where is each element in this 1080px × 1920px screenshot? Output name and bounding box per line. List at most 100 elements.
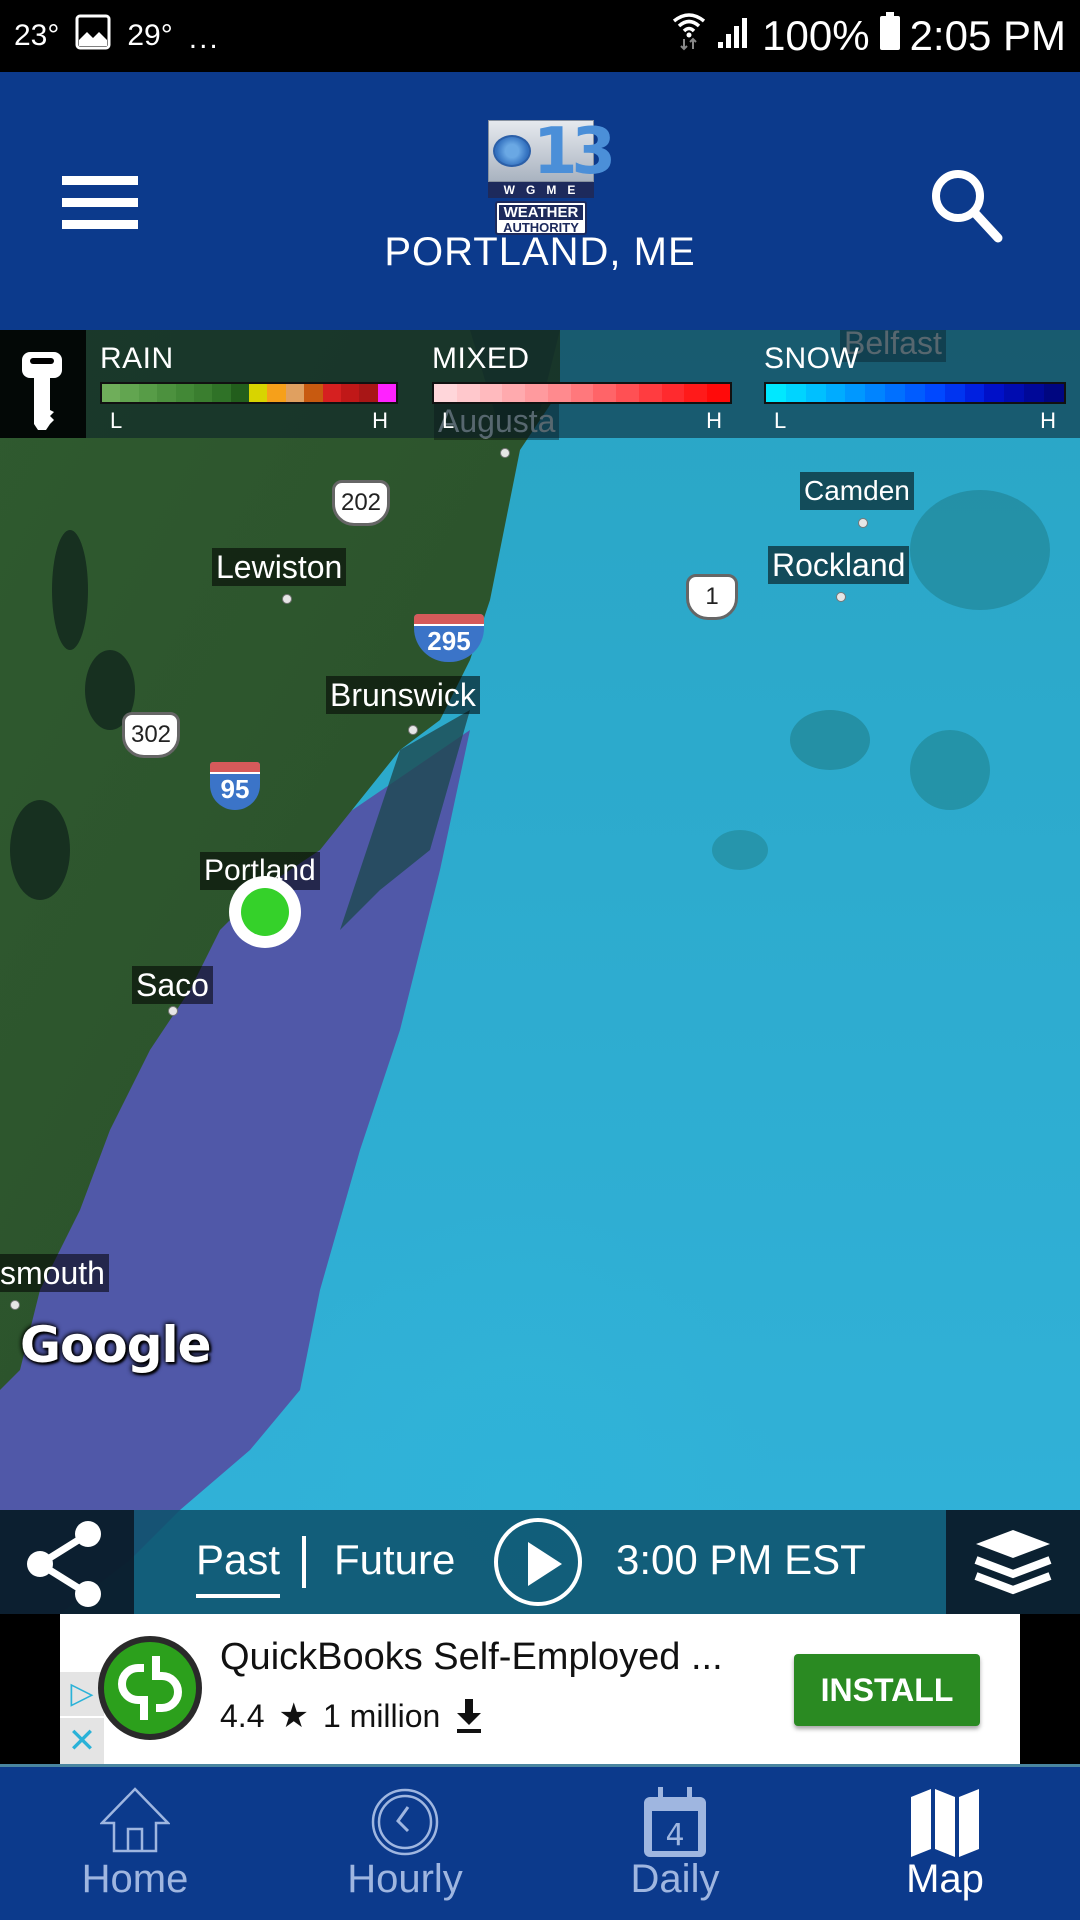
map-label-lewiston: Lewiston (212, 548, 347, 586)
legend-swatch (638, 384, 662, 402)
city-dot (500, 448, 510, 458)
legend-swatch (230, 384, 249, 402)
city-dot (10, 1300, 20, 1310)
cbs-eye-logo: 13 (488, 115, 616, 189)
legend-snow: SNOW L H (764, 342, 1066, 434)
current-location-marker[interactable] (229, 876, 301, 948)
legend-swatch (766, 384, 786, 402)
calendar-icon: 4 (644, 1787, 706, 1857)
key-icon (22, 352, 62, 430)
search-button[interactable] (930, 168, 1004, 244)
legend-swatch (570, 384, 594, 402)
layers-icon (974, 1530, 1052, 1595)
map-label-saco: Saco (132, 966, 213, 1004)
ad-banner[interactable]: ▷ ✕ QuickBooks Self-Employed ... 4.4 ★ 1… (60, 1614, 1020, 1764)
quickbooks-icon[interactable] (98, 1636, 202, 1740)
channel-number: 13 (533, 115, 616, 189)
legend-rain: RAIN L H (100, 342, 398, 434)
bottom-nav: Home Hourly 4 Daily Map (0, 1764, 1080, 1920)
legend-key-button[interactable] (0, 330, 86, 438)
legend-swatch (865, 384, 886, 402)
legend-high: H (1040, 408, 1056, 433)
layers-button[interactable] (946, 1510, 1080, 1614)
ad-meta: 4.4 ★ 1 million (220, 1696, 484, 1736)
snow-color-scale (764, 382, 1066, 404)
hamburger-icon-line (62, 220, 138, 229)
legend-swatch (547, 384, 571, 402)
share-icon (27, 1521, 101, 1607)
legend-swatch (175, 384, 194, 402)
play-button[interactable] (494, 1518, 582, 1606)
legend-swatch (285, 384, 305, 402)
legend-swatch (322, 384, 341, 402)
radar-timeline-bar: Past Future 3:00 PM EST (0, 1510, 1080, 1614)
legend-swatch (456, 384, 480, 402)
ad-rating-value: 4.4 (220, 1697, 265, 1734)
signal-icon (716, 12, 752, 60)
legend-title: RAIN (100, 342, 174, 375)
legend-swatch (157, 384, 176, 402)
legend-swatch (805, 384, 826, 402)
legend-high: H (372, 408, 388, 433)
wifi-icon (672, 11, 706, 61)
download-icon (457, 1699, 482, 1733)
legend-swatch (1004, 384, 1025, 402)
mixed-color-scale (432, 382, 732, 404)
map-label-rockland: Rockland (768, 546, 910, 584)
route-shield-us-302: 302 (122, 712, 180, 758)
legend-swatch (905, 384, 925, 402)
legend-swatch (845, 384, 866, 402)
map-label-brunswick: Brunswick (326, 676, 480, 714)
legend-swatch (138, 384, 158, 402)
tab-past[interactable]: Past (196, 1536, 281, 1598)
radar-map[interactable]: Belfast Augusta Camden Rockland Lewiston… (0, 330, 1080, 1614)
rain-color-scale (100, 382, 398, 404)
location-title[interactable]: PORTLAND, ME (0, 230, 1080, 275)
radar-time: 3:00 PM EST (616, 1536, 866, 1583)
nav-hourly[interactable]: Hourly (270, 1767, 540, 1920)
ad-right-margin (1020, 1614, 1080, 1764)
image-icon (75, 14, 111, 58)
status-bar: 23° 29° ... 100% 2:05 PM (0, 0, 1080, 72)
ad-title[interactable]: QuickBooks Self-Employed ... (220, 1636, 723, 1679)
tab-future[interactable]: Future (334, 1536, 455, 1584)
nav-label: Daily (630, 1857, 720, 1901)
high-temp: 29° (127, 19, 173, 52)
legend-swatch (885, 384, 906, 402)
nav-map[interactable]: Map (810, 1767, 1080, 1920)
city-dot (282, 594, 292, 604)
clock-icon (371, 1788, 439, 1856)
legend-swatch (377, 384, 396, 402)
nav-label: Map (906, 1857, 984, 1901)
legend-swatch (502, 384, 526, 402)
legend-swatch (267, 384, 286, 402)
install-button[interactable]: INSTALL (794, 1654, 980, 1726)
city-dot (168, 1006, 178, 1016)
legend-swatch (785, 384, 806, 402)
menu-button[interactable] (62, 176, 138, 230)
ad-downloads: 1 million (322, 1697, 441, 1734)
legend-swatch (434, 384, 457, 402)
app-header: 13 WGME WEATHER AUTHORITY PORTLAND, ME (0, 72, 1080, 330)
legend-mixed: MIXED L H (432, 342, 732, 434)
close-icon[interactable]: ✕ (60, 1718, 104, 1764)
legend-swatch (964, 384, 985, 402)
battery-icon (879, 12, 900, 60)
share-button[interactable] (0, 1510, 134, 1614)
legend-swatch (707, 384, 730, 402)
nav-home[interactable]: Home (0, 1767, 270, 1920)
calendar-day: 4 (665, 1818, 684, 1853)
route-shield-us-1: 1 (686, 574, 738, 620)
home-icon (100, 1787, 170, 1853)
legend-low: L (442, 408, 455, 433)
legend-swatch (120, 384, 139, 402)
legend-swatch (479, 384, 503, 402)
legend-swatch (593, 384, 617, 402)
route-shield-i-95: 95 (210, 762, 260, 810)
legend-swatch (249, 384, 268, 402)
nav-daily[interactable]: 4 Daily (540, 1767, 810, 1920)
cbs-eye-icon (493, 135, 531, 167)
legend-swatch (193, 384, 213, 402)
legend-swatch (340, 384, 360, 402)
battery-level: 100% (762, 12, 870, 59)
